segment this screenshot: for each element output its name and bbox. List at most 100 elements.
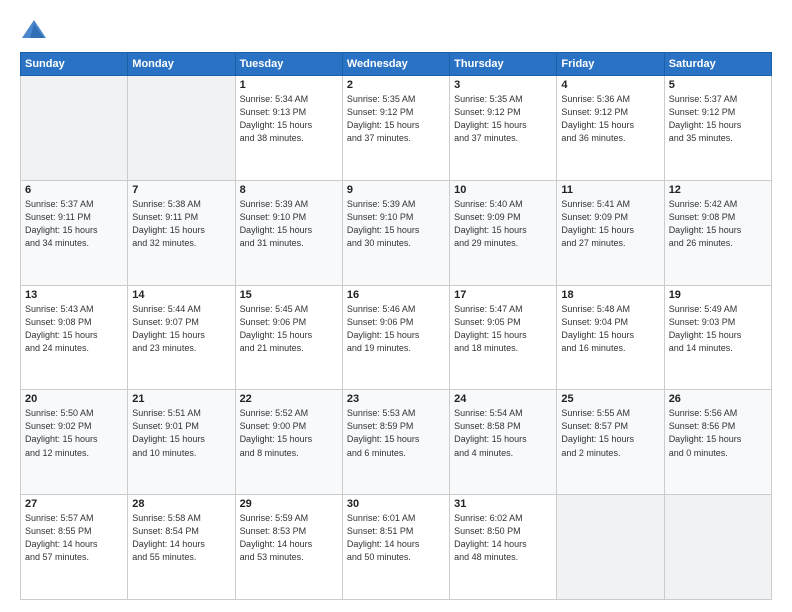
day-detail: Sunrise: 5:39 AM Sunset: 9:10 PM Dayligh… [240, 198, 338, 250]
day-detail: Sunrise: 5:58 AM Sunset: 8:54 PM Dayligh… [132, 512, 230, 564]
weekday-header-tuesday: Tuesday [235, 53, 342, 76]
day-detail: Sunrise: 5:49 AM Sunset: 9:03 PM Dayligh… [669, 303, 767, 355]
calendar-cell: 28 Sunrise: 5:58 AM Sunset: 8:54 PM Dayli… [128, 495, 235, 600]
day-detail: Sunrise: 5:40 AM Sunset: 9:09 PM Dayligh… [454, 198, 552, 250]
day-number: 6 [25, 184, 123, 196]
calendar-cell: 4Sunrise: 5:36 AM Sunset: 9:12 PM Daylig… [557, 76, 664, 181]
week-row-2: 6 Sunrise: 5:37 AM Sunset: 9:11 PM Daylig… [21, 180, 772, 285]
calendar-cell: 17 Sunrise: 5:47 AM Sunset: 9:05 PM Dayli… [450, 285, 557, 390]
weekday-header-row: SundayMondayTuesdayWednesdayThursdayFrid… [21, 53, 772, 76]
day-number: 3 [454, 79, 552, 91]
header [20, 16, 772, 44]
calendar-cell: 6 Sunrise: 5:37 AM Sunset: 9:11 PM Daylig… [21, 180, 128, 285]
day-number: 5 [669, 79, 767, 91]
calendar-cell: 29Sunrise: 5:59 AM Sunset: 8:53 PM Dayli… [235, 495, 342, 600]
day-detail: Sunrise: 5:50 AM Sunset: 9:02 PM Dayligh… [25, 407, 123, 459]
day-number: 7 [132, 184, 230, 196]
day-number: 20 [25, 393, 123, 405]
calendar-cell: 30Sunrise: 6:01 AM Sunset: 8:51 PM Dayli… [342, 495, 449, 600]
day-number: 1 [240, 79, 338, 91]
day-detail: Sunrise: 5:45 AM Sunset: 9:06 PM Dayligh… [240, 303, 338, 355]
calendar-cell: 1 Sunrise: 5:34 AM Sunset: 9:13 PM Daylig… [235, 76, 342, 181]
calendar-cell: 31 Sunrise: 6:02 AM Sunset: 8:50 PM Dayli… [450, 495, 557, 600]
calendar-cell: 21 Sunrise: 5:51 AM Sunset: 9:01 PM Dayli… [128, 390, 235, 495]
calendar-cell: 5 Sunrise: 5:37 AM Sunset: 9:12 PM Daylig… [664, 76, 771, 181]
day-number: 21 [132, 393, 230, 405]
day-detail: Sunrise: 5:35 AM Sunset: 9:12 PM Dayligh… [454, 93, 552, 145]
day-detail: Sunrise: 5:38 AM Sunset: 9:11 PM Dayligh… [132, 198, 230, 250]
day-number: 2 [347, 79, 445, 91]
day-number: 22 [240, 393, 338, 405]
day-number: 10 [454, 184, 552, 196]
page: SundayMondayTuesdayWednesdayThursdayFrid… [0, 0, 792, 612]
day-detail: Sunrise: 5:44 AM Sunset: 9:07 PM Dayligh… [132, 303, 230, 355]
day-number: 28 [132, 498, 230, 510]
week-row-3: 13 Sunrise: 5:43 AM Sunset: 9:08 PM Dayli… [21, 285, 772, 390]
calendar-cell: 11Sunrise: 5:41 AM Sunset: 9:09 PM Dayli… [557, 180, 664, 285]
day-number: 13 [25, 289, 123, 301]
calendar-cell: 14 Sunrise: 5:44 AM Sunset: 9:07 PM Dayli… [128, 285, 235, 390]
day-detail: Sunrise: 5:57 AM Sunset: 8:55 PM Dayligh… [25, 512, 123, 564]
logo-icon [20, 16, 48, 44]
weekday-header-monday: Monday [128, 53, 235, 76]
calendar-table: SundayMondayTuesdayWednesdayThursdayFrid… [20, 52, 772, 600]
day-detail: Sunrise: 5:47 AM Sunset: 9:05 PM Dayligh… [454, 303, 552, 355]
day-number: 8 [240, 184, 338, 196]
day-number: 19 [669, 289, 767, 301]
calendar-cell: 25 Sunrise: 5:55 AM Sunset: 8:57 PM Dayli… [557, 390, 664, 495]
calendar-cell: 7 Sunrise: 5:38 AM Sunset: 9:11 PM Daylig… [128, 180, 235, 285]
day-detail: Sunrise: 5:39 AM Sunset: 9:10 PM Dayligh… [347, 198, 445, 250]
weekday-header-sunday: Sunday [21, 53, 128, 76]
logo [20, 16, 52, 44]
day-number: 24 [454, 393, 552, 405]
day-detail: Sunrise: 5:35 AM Sunset: 9:12 PM Dayligh… [347, 93, 445, 145]
calendar-cell: 8 Sunrise: 5:39 AM Sunset: 9:10 PM Daylig… [235, 180, 342, 285]
day-detail: Sunrise: 5:48 AM Sunset: 9:04 PM Dayligh… [561, 303, 659, 355]
day-number: 17 [454, 289, 552, 301]
day-number: 27 [25, 498, 123, 510]
calendar-cell [557, 495, 664, 600]
week-row-4: 20 Sunrise: 5:50 AM Sunset: 9:02 PM Dayli… [21, 390, 772, 495]
day-number: 31 [454, 498, 552, 510]
weekday-header-saturday: Saturday [664, 53, 771, 76]
weekday-header-wednesday: Wednesday [342, 53, 449, 76]
weekday-header-friday: Friday [557, 53, 664, 76]
day-detail: Sunrise: 5:55 AM Sunset: 8:57 PM Dayligh… [561, 407, 659, 459]
day-detail: Sunrise: 5:37 AM Sunset: 9:11 PM Dayligh… [25, 198, 123, 250]
week-row-5: 27 Sunrise: 5:57 AM Sunset: 8:55 PM Dayli… [21, 495, 772, 600]
calendar-cell: 10 Sunrise: 5:40 AM Sunset: 9:09 PM Dayli… [450, 180, 557, 285]
week-row-1: 1 Sunrise: 5:34 AM Sunset: 9:13 PM Daylig… [21, 76, 772, 181]
calendar-cell: 13 Sunrise: 5:43 AM Sunset: 9:08 PM Dayli… [21, 285, 128, 390]
weekday-header-thursday: Thursday [450, 53, 557, 76]
day-number: 12 [669, 184, 767, 196]
day-detail: Sunrise: 5:52 AM Sunset: 9:00 PM Dayligh… [240, 407, 338, 459]
calendar-cell: 9 Sunrise: 5:39 AM Sunset: 9:10 PM Daylig… [342, 180, 449, 285]
day-number: 26 [669, 393, 767, 405]
day-number: 25 [561, 393, 659, 405]
day-number: 16 [347, 289, 445, 301]
day-detail: Sunrise: 6:02 AM Sunset: 8:50 PM Dayligh… [454, 512, 552, 564]
day-detail: Sunrise: 5:37 AM Sunset: 9:12 PM Dayligh… [669, 93, 767, 145]
day-number: 18 [561, 289, 659, 301]
day-number: 9 [347, 184, 445, 196]
calendar-cell: 15 Sunrise: 5:45 AM Sunset: 9:06 PM Dayli… [235, 285, 342, 390]
calendar-cell: 2 Sunrise: 5:35 AM Sunset: 9:12 PM Daylig… [342, 76, 449, 181]
day-detail: Sunrise: 5:34 AM Sunset: 9:13 PM Dayligh… [240, 93, 338, 145]
day-detail: Sunrise: 5:51 AM Sunset: 9:01 PM Dayligh… [132, 407, 230, 459]
day-number: 15 [240, 289, 338, 301]
day-detail: Sunrise: 5:56 AM Sunset: 8:56 PM Dayligh… [669, 407, 767, 459]
calendar-cell: 18 Sunrise: 5:48 AM Sunset: 9:04 PM Dayli… [557, 285, 664, 390]
calendar-cell [664, 495, 771, 600]
day-number: 30 [347, 498, 445, 510]
calendar-cell: 24Sunrise: 5:54 AM Sunset: 8:58 PM Dayli… [450, 390, 557, 495]
day-number: 29 [240, 498, 338, 510]
calendar-cell: 3 Sunrise: 5:35 AM Sunset: 9:12 PM Daylig… [450, 76, 557, 181]
calendar-cell: 22 Sunrise: 5:52 AM Sunset: 9:00 PM Dayli… [235, 390, 342, 495]
day-number: 4 [561, 79, 659, 91]
day-detail: Sunrise: 5:53 AM Sunset: 8:59 PM Dayligh… [347, 407, 445, 459]
day-detail: Sunrise: 5:43 AM Sunset: 9:08 PM Dayligh… [25, 303, 123, 355]
calendar-cell [21, 76, 128, 181]
day-detail: Sunrise: 5:41 AM Sunset: 9:09 PM Dayligh… [561, 198, 659, 250]
day-number: 14 [132, 289, 230, 301]
day-number: 23 [347, 393, 445, 405]
